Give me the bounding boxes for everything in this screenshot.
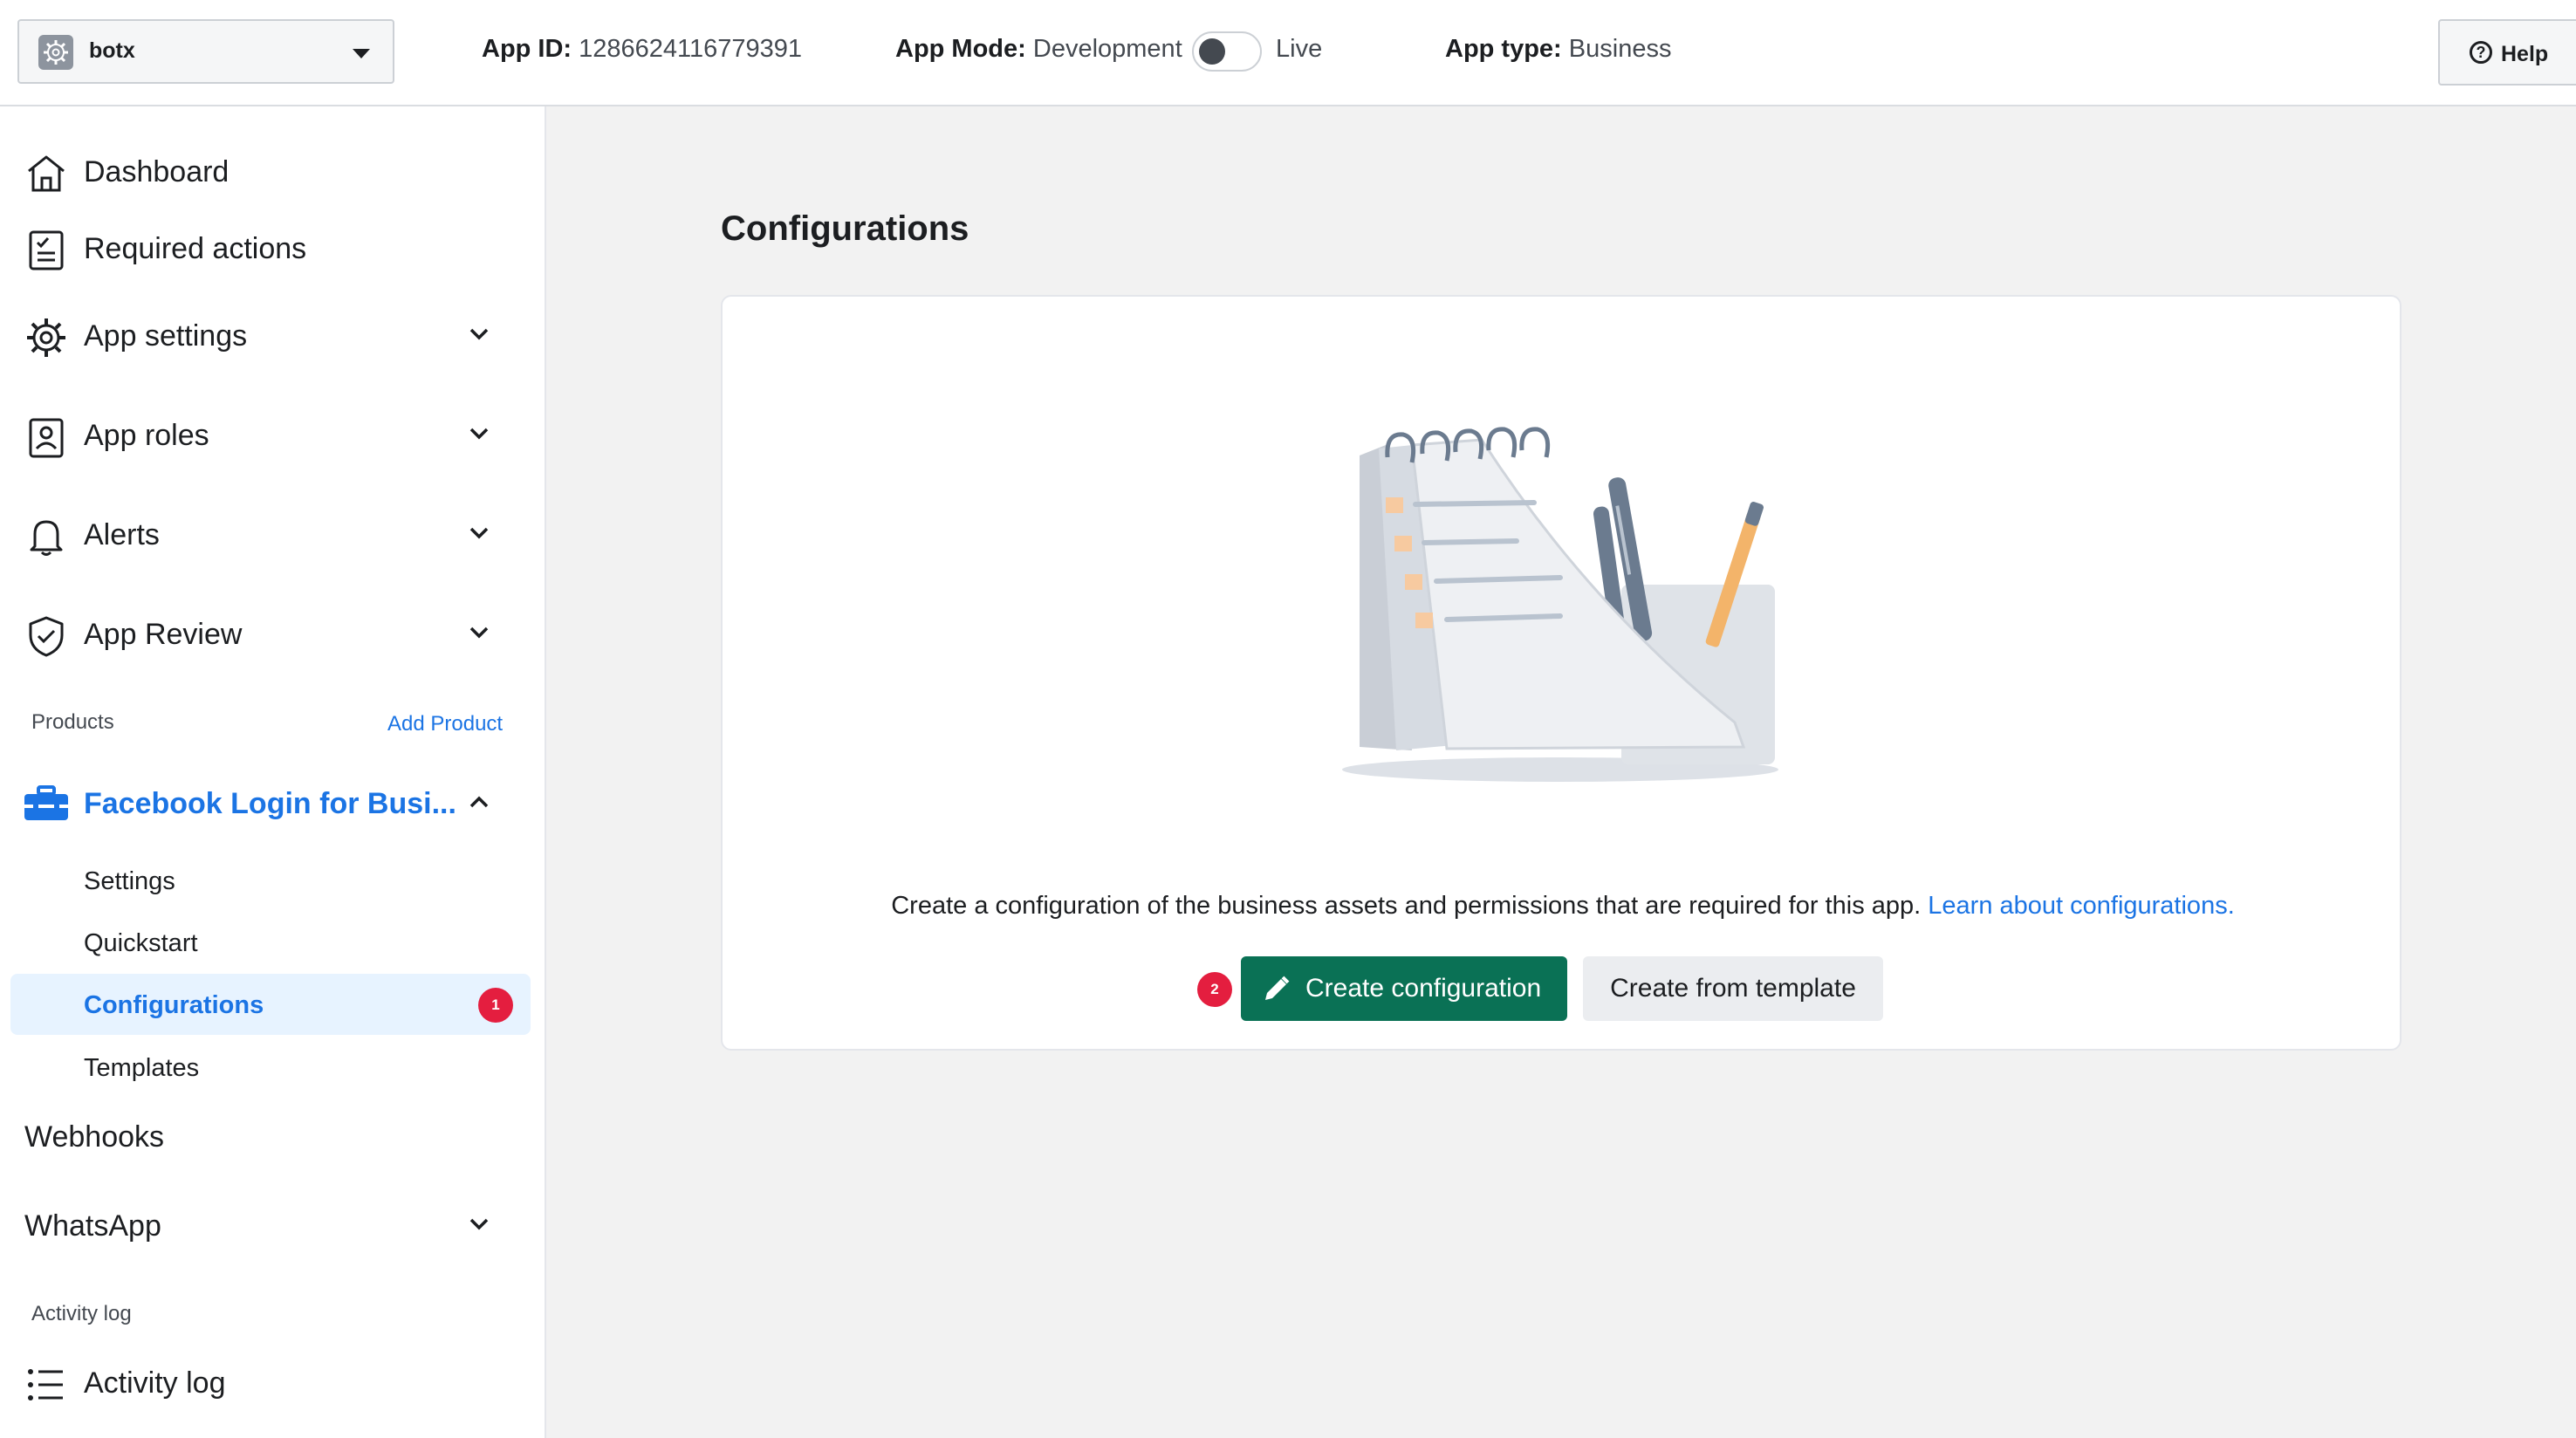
- sidebar-item-app-settings[interactable]: App settings: [0, 300, 546, 370]
- subitem-label: Settings: [84, 867, 175, 895]
- sidebar-subitem-settings[interactable]: Settings: [10, 850, 531, 911]
- app-mode-value: Development: [1032, 35, 1182, 63]
- list-icon: [28, 1369, 63, 1400]
- chevron-down-icon: [469, 627, 489, 639]
- notebook-pens-illustration: [1342, 427, 1778, 782]
- pencil-icon: [1265, 976, 1290, 1000]
- chevron-down-icon: [469, 1218, 489, 1230]
- app-id: App ID: 1286624116779391: [482, 35, 802, 64]
- add-product-link[interactable]: Add Product: [387, 712, 503, 736]
- help-label: Help: [2501, 42, 2549, 66]
- product-label: Facebook Login for Busi...: [84, 787, 456, 820]
- sidebar-item-label: App settings: [84, 319, 248, 353]
- app-mode: App Mode: Development: [895, 35, 1182, 64]
- app-selector-dropdown[interactable]: botx: [17, 19, 394, 84]
- configurations-description: Create a configuration of the business a…: [723, 892, 2403, 921]
- page-title: Configurations: [721, 209, 969, 248]
- live-label: Live: [1276, 35, 1323, 63]
- products-section-label: Products: [31, 710, 114, 734]
- learn-about-configurations-link[interactable]: Learn about configurations.: [1928, 892, 2234, 920]
- sidebar-item-facebook-login[interactable]: Facebook Login for Busi...: [0, 768, 546, 838]
- sidebar-item-label: App Review: [84, 618, 243, 651]
- subitem-label: Configurations: [84, 991, 264, 1019]
- sidebar-item-whatsapp[interactable]: WhatsApp: [0, 1190, 546, 1260]
- sidebar-item-dashboard[interactable]: Dashboard: [0, 136, 546, 206]
- app-type: App type: Business: [1445, 35, 1671, 64]
- description-text: Create a configuration of the business a…: [891, 892, 1922, 920]
- sidebar: Dashboard Required actions App settings: [0, 106, 546, 1438]
- subitem-label: Quickstart: [84, 929, 198, 957]
- sidebar-item-label: App roles: [84, 419, 209, 452]
- sidebar-item-label: Dashboard: [84, 155, 230, 188]
- step-badge: 2: [1197, 972, 1232, 1007]
- app-id-label: App ID:: [482, 35, 572, 63]
- app-mode-toggle[interactable]: [1192, 31, 1262, 72]
- sidebar-subitem-templates[interactable]: Templates: [10, 1037, 531, 1098]
- app-name: botx: [89, 38, 135, 63]
- sidebar-subitem-quickstart[interactable]: Quickstart: [10, 912, 531, 973]
- sidebar-item-required-actions[interactable]: Required actions: [0, 213, 546, 283]
- subitem-label: Templates: [84, 1054, 200, 1082]
- create-configuration-label: Create configuration: [1305, 974, 1542, 1003]
- chevron-down-icon: [469, 527, 489, 539]
- configurations-card: Create a configuration of the business a…: [721, 295, 2401, 1051]
- chevron-down-icon: [469, 428, 489, 440]
- app-mode-label: App Mode:: [895, 35, 1026, 63]
- chevron-down-icon: [469, 328, 489, 340]
- sidebar-item-app-roles[interactable]: App roles: [0, 400, 546, 469]
- sidebar-item-webhooks[interactable]: Webhooks: [0, 1101, 546, 1171]
- checklist-icon: [29, 230, 64, 270]
- home-icon: [28, 155, 65, 192]
- gear-icon: [27, 318, 65, 357]
- chevron-up-icon: [469, 796, 489, 808]
- sidebar-item-label: Alerts: [84, 518, 160, 551]
- app-type-label: App type:: [1445, 35, 1562, 63]
- help-button[interactable]: ? Help: [2438, 19, 2576, 86]
- id-badge-icon: [29, 418, 64, 458]
- notification-badge: 1: [478, 988, 513, 1023]
- sidebar-item-label: Activity log: [84, 1366, 226, 1400]
- sidebar-subitem-configurations[interactable]: Configurations 1: [10, 974, 531, 1035]
- sidebar-item-label: WhatsApp: [24, 1209, 161, 1243]
- shield-check-icon: [29, 616, 64, 657]
- briefcase-icon: [24, 785, 68, 820]
- bell-icon: [30, 520, 63, 556]
- sidebar-item-label: Webhooks: [24, 1120, 165, 1154]
- sidebar-item-activity-log[interactable]: Activity log: [0, 1347, 546, 1417]
- create-configuration-button[interactable]: Create configuration: [1241, 956, 1567, 1021]
- app-gear-icon: [38, 35, 73, 70]
- sidebar-item-alerts[interactable]: Alerts: [0, 499, 546, 569]
- sidebar-item-label: Required actions: [84, 232, 307, 265]
- top-bar: botx App ID: 1286624116779391 App Mode: …: [0, 0, 2576, 106]
- sidebar-item-app-review[interactable]: App Review: [0, 599, 546, 668]
- create-from-template-label: Create from template: [1610, 974, 1856, 1003]
- activity-section-label: Activity log: [31, 1302, 132, 1325]
- toggle-knob: [1199, 38, 1225, 65]
- question-icon: ?: [2470, 41, 2492, 64]
- create-from-template-button[interactable]: Create from template: [1583, 956, 1883, 1021]
- caret-down-icon: [353, 49, 370, 58]
- app-type-value: Business: [1568, 35, 1672, 63]
- app-id-value: 1286624116779391: [579, 35, 803, 63]
